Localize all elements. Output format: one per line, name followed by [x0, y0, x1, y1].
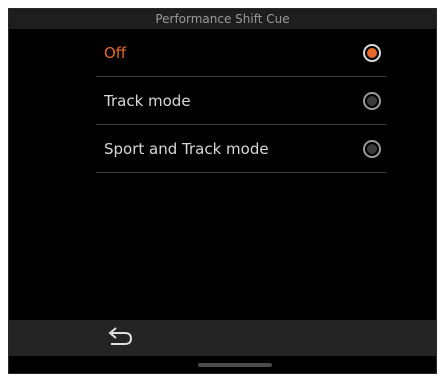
radio-button[interactable] [363, 92, 381, 110]
page-title: Performance Shift Cue [155, 12, 290, 26]
option-sport-and-track-mode[interactable]: Sport and Track mode [96, 125, 386, 173]
back-arrow-icon [108, 327, 133, 345]
back-button[interactable] [105, 326, 135, 350]
title-bar: Performance Shift Cue [9, 9, 436, 29]
radio-button[interactable] [363, 140, 381, 158]
option-off[interactable]: Off [96, 29, 386, 77]
option-track-mode[interactable]: Track mode [96, 77, 386, 125]
option-label: Sport and Track mode [104, 140, 269, 158]
screen: Performance Shift Cue Off Track mode Spo… [8, 8, 437, 374]
option-label: Track mode [104, 92, 191, 110]
options-list: Off Track mode Sport and Track mode [96, 29, 386, 173]
option-label: Off [104, 44, 127, 62]
home-indicator[interactable] [198, 363, 272, 367]
bottom-bar [9, 320, 436, 356]
radio-button[interactable] [363, 44, 381, 62]
home-strip [9, 356, 436, 373]
